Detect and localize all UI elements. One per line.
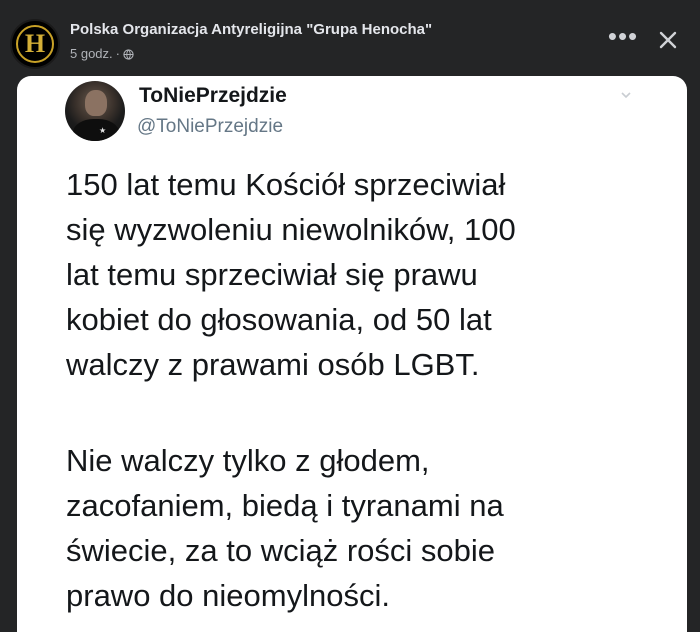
avatar-letter: H	[24, 29, 46, 58]
page-name-link[interactable]: Polska Organizacja Antyreligijna "Grupa …	[70, 21, 432, 38]
close-button[interactable]	[650, 22, 686, 58]
tweet-handle: @ToNiePrzejdzie	[137, 116, 284, 137]
tweet-screenshot-image[interactable]: ★ ToNiePrzejdzie @ToNiePrzejdzie 150 lat…	[17, 76, 687, 632]
more-icon: •••	[607, 21, 639, 51]
tweet-author-avatar: ★	[65, 81, 125, 141]
meta-separator: ·	[115, 46, 120, 61]
avatar-figure-body	[73, 119, 119, 141]
avatar-figure-face	[85, 90, 107, 116]
more-options-button[interactable]: •••	[605, 23, 641, 56]
chevron-down-icon	[619, 88, 633, 102]
page-avatar[interactable]: H	[10, 19, 60, 69]
post-meta: 5 godz. ·	[70, 46, 134, 61]
globe-icon	[123, 48, 134, 60]
tweet-text-paragraph-2: Nie walczy tylko z głodem, zacofaniem, b…	[66, 443, 504, 613]
tweet-text-paragraph-1: 150 lat temu Kościół sprzeciwiał się wyz…	[66, 167, 516, 382]
post-header: H Polska Organizacja Antyreligijna "Grup…	[0, 0, 700, 80]
post-time-link[interactable]: 5 godz.	[70, 46, 113, 61]
star-icon: ★	[99, 126, 107, 135]
close-icon	[659, 31, 677, 49]
tweet-display-name: ToNiePrzejdzie	[139, 84, 287, 107]
